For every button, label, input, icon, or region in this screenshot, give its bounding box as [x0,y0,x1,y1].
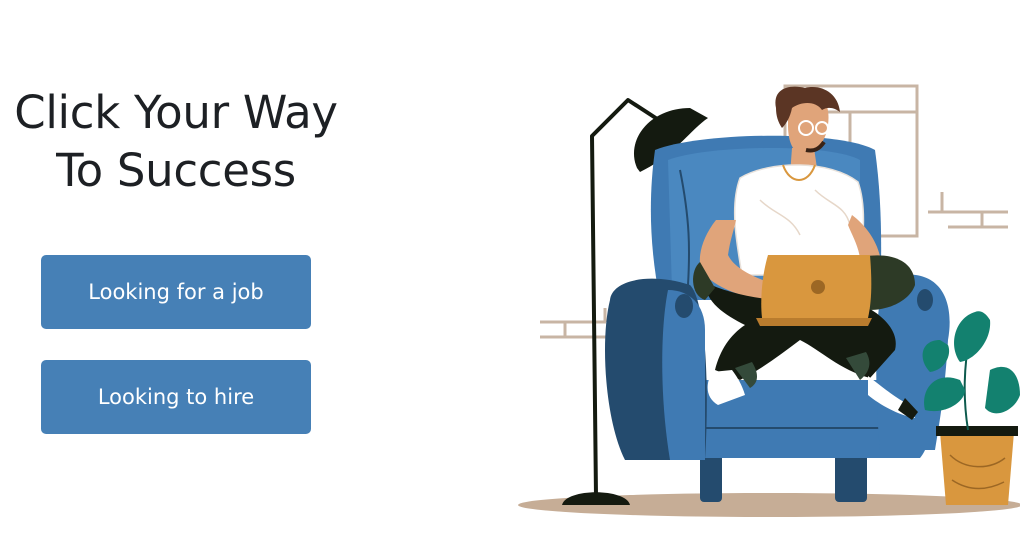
hero-title: Click Your Way To Success [0,84,352,200]
hero-title-line-2: To Success [56,144,296,197]
looking-to-hire-button[interactable]: Looking to hire [41,360,311,434]
landing-page: Click Your Way To Success Looking for a … [0,0,1020,535]
potted-plant [922,311,1020,505]
looking-for-job-button[interactable]: Looking for a job [41,255,311,329]
hero-title-line-1: Click Your Way [14,86,338,139]
hero-illustration [518,84,1020,517]
